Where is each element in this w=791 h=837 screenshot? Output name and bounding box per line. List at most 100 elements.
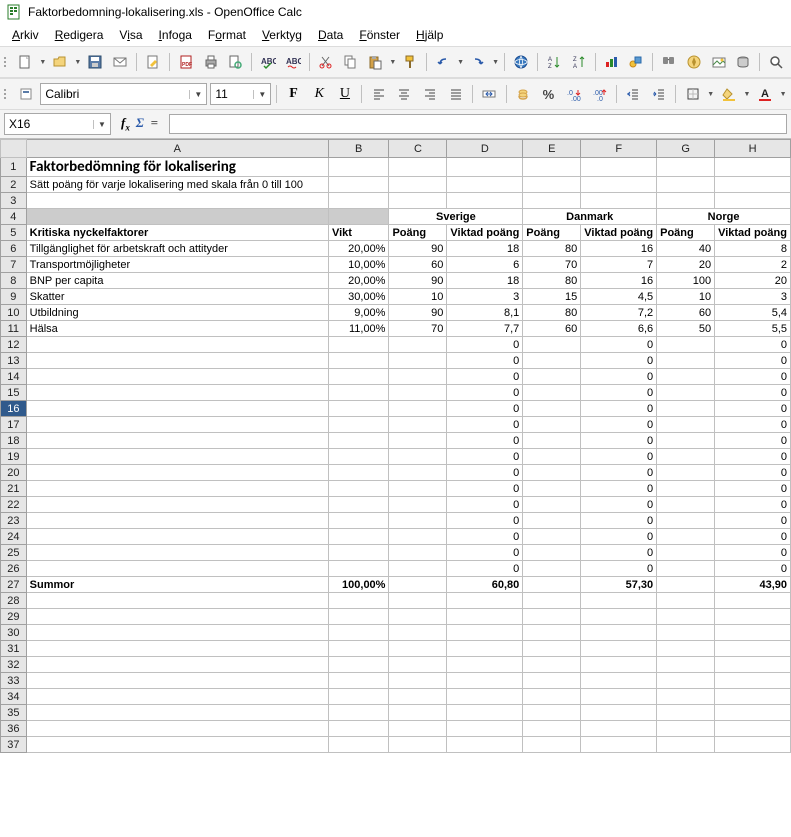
cell[interactable] bbox=[389, 369, 447, 385]
cell[interactable] bbox=[328, 497, 388, 513]
cell[interactable]: 6 bbox=[447, 257, 523, 273]
cell[interactable]: 0 bbox=[447, 545, 523, 561]
cell[interactable] bbox=[657, 513, 715, 529]
cell[interactable] bbox=[657, 577, 715, 593]
row-header[interactable]: 22 bbox=[1, 497, 27, 513]
cell[interactable] bbox=[657, 193, 715, 209]
cell[interactable]: 18 bbox=[447, 273, 523, 289]
cell[interactable]: 15 bbox=[523, 289, 581, 305]
cell[interactable]: 3 bbox=[447, 289, 523, 305]
cell[interactable]: 0 bbox=[715, 353, 791, 369]
cell[interactable]: 80 bbox=[523, 305, 581, 321]
cell[interactable] bbox=[657, 497, 715, 513]
cell[interactable] bbox=[328, 705, 388, 721]
cell[interactable] bbox=[389, 657, 447, 673]
cell[interactable] bbox=[581, 593, 657, 609]
cell[interactable]: 0 bbox=[447, 337, 523, 353]
cell[interactable]: 0 bbox=[581, 545, 657, 561]
zoom-button[interactable] bbox=[765, 50, 787, 74]
cell[interactable] bbox=[657, 641, 715, 657]
row-header[interactable]: 7 bbox=[1, 257, 27, 273]
cell[interactable]: Summor bbox=[26, 577, 328, 593]
cell[interactable] bbox=[657, 449, 715, 465]
cell[interactable]: Viktad poäng bbox=[447, 225, 523, 241]
new-dropdown[interactable]: ▼ bbox=[39, 51, 46, 73]
cell[interactable]: 0 bbox=[447, 417, 523, 433]
cell[interactable]: 0 bbox=[447, 401, 523, 417]
column-header[interactable]: E bbox=[523, 140, 581, 158]
cell[interactable] bbox=[657, 545, 715, 561]
cell[interactable] bbox=[715, 705, 791, 721]
cell[interactable] bbox=[328, 721, 388, 737]
cell[interactable]: 0 bbox=[447, 561, 523, 577]
cell[interactable] bbox=[523, 385, 581, 401]
cell[interactable] bbox=[328, 593, 388, 609]
cell[interactable] bbox=[389, 561, 447, 577]
cell[interactable] bbox=[26, 433, 328, 449]
cell[interactable] bbox=[328, 401, 388, 417]
cell[interactable] bbox=[581, 657, 657, 673]
cell[interactable] bbox=[447, 609, 523, 625]
cell[interactable] bbox=[523, 369, 581, 385]
cell[interactable]: 10,00% bbox=[328, 257, 388, 273]
menu-infoga[interactable]: Infoga bbox=[153, 26, 198, 44]
sort-desc-button[interactable]: ZA bbox=[568, 50, 590, 74]
cell[interactable] bbox=[657, 401, 715, 417]
cell[interactable] bbox=[328, 657, 388, 673]
row-header[interactable]: 5 bbox=[1, 225, 27, 241]
cell[interactable] bbox=[26, 385, 328, 401]
cell[interactable]: 0 bbox=[581, 497, 657, 513]
cell[interactable] bbox=[328, 609, 388, 625]
cell[interactable] bbox=[523, 401, 581, 417]
column-header[interactable]: D bbox=[447, 140, 523, 158]
cell[interactable]: 0 bbox=[715, 561, 791, 577]
cell[interactable]: 0 bbox=[447, 529, 523, 545]
cell[interactable] bbox=[389, 465, 447, 481]
cell[interactable] bbox=[523, 673, 581, 689]
cell[interactable] bbox=[389, 721, 447, 737]
cell[interactable] bbox=[26, 641, 328, 657]
cell[interactable]: 10 bbox=[389, 289, 447, 305]
row-header[interactable]: 30 bbox=[1, 625, 27, 641]
toolbar-grip[interactable] bbox=[4, 52, 9, 72]
export-pdf-button[interactable]: PDF bbox=[175, 50, 197, 74]
cell[interactable] bbox=[523, 641, 581, 657]
cell[interactable]: 8 bbox=[715, 241, 791, 257]
cell[interactable] bbox=[523, 737, 581, 753]
row-header[interactable]: 37 bbox=[1, 737, 27, 753]
cell[interactable]: 0 bbox=[581, 385, 657, 401]
find-button[interactable] bbox=[658, 50, 680, 74]
cell[interactable] bbox=[389, 641, 447, 657]
cell[interactable]: Viktad poäng bbox=[715, 225, 791, 241]
new-button[interactable] bbox=[14, 50, 36, 74]
cell[interactable]: 90 bbox=[389, 305, 447, 321]
row-header[interactable]: 26 bbox=[1, 561, 27, 577]
cell[interactable] bbox=[715, 158, 791, 177]
chevron-down-icon[interactable]: ▼ bbox=[253, 90, 270, 99]
cell[interactable]: 7,2 bbox=[581, 305, 657, 321]
cell[interactable] bbox=[26, 353, 328, 369]
font-size-input[interactable] bbox=[211, 86, 253, 102]
row-header[interactable]: 24 bbox=[1, 529, 27, 545]
chevron-down-icon[interactable]: ▼ bbox=[93, 120, 110, 129]
cell[interactable]: 0 bbox=[581, 353, 657, 369]
cell[interactable]: 60 bbox=[657, 305, 715, 321]
cell[interactable] bbox=[657, 561, 715, 577]
cell[interactable] bbox=[389, 705, 447, 721]
cell[interactable]: 0 bbox=[447, 513, 523, 529]
row-header[interactable]: 1 bbox=[1, 158, 27, 177]
redo-dropdown[interactable]: ▼ bbox=[492, 51, 499, 73]
cell[interactable] bbox=[523, 497, 581, 513]
cell[interactable] bbox=[328, 433, 388, 449]
mail-button[interactable] bbox=[109, 50, 131, 74]
cell[interactable] bbox=[26, 417, 328, 433]
cell[interactable]: 3 bbox=[715, 289, 791, 305]
cell[interactable] bbox=[26, 625, 328, 641]
cell[interactable]: 0 bbox=[715, 385, 791, 401]
save-button[interactable] bbox=[84, 50, 106, 74]
navigator-button[interactable] bbox=[683, 50, 705, 74]
font-name-combo[interactable]: ▼ bbox=[40, 83, 207, 105]
cell[interactable]: 57,30 bbox=[581, 577, 657, 593]
cell[interactable]: 90 bbox=[389, 273, 447, 289]
cell[interactable] bbox=[389, 689, 447, 705]
